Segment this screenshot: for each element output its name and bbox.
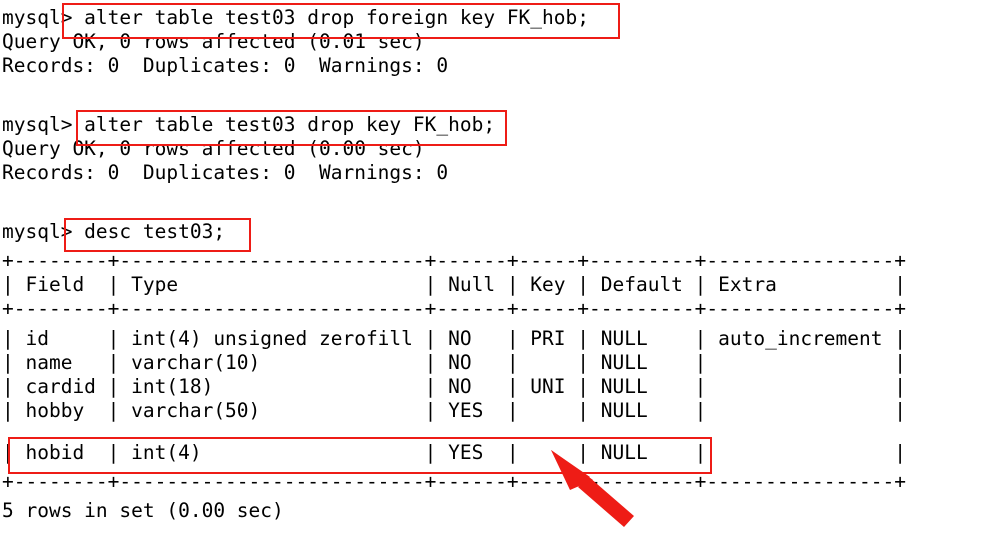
terminal-line-command-1: mysql> alter table test03 drop foreign k…: [2, 6, 589, 29]
terminal-window: mysql> alter table test03 drop foreign k…: [0, 0, 995, 549]
terminal-line-command-1-stats: Records: 0 Duplicates: 0 Warnings: 0: [2, 54, 449, 77]
result-table-header-row: | Field | Type | Null | Key | Default | …: [2, 273, 906, 296]
result-row-count: 5 rows in set (0.00 sec): [2, 499, 284, 522]
terminal-line-command-2-stats: Records: 0 Duplicates: 0 Warnings: 0: [2, 161, 449, 184]
result-table-rule-bottom: +--------+--------------------------+---…: [2, 470, 906, 493]
table-row-cardid: | cardid | int(18) | NO | UNI | NULL | |: [2, 375, 906, 398]
terminal-line-command-3: mysql> desc test03;: [2, 220, 226, 243]
terminal-line-command-1-result: Query OK, 0 rows affected (0.01 sec): [2, 30, 425, 53]
result-table-rule-top: +--------+--------------------------+---…: [2, 249, 906, 272]
terminal-line-command-2: mysql> alter table test03 drop key FK_ho…: [2, 113, 496, 136]
result-table-rule-middle: +--------+--------------------------+---…: [2, 297, 906, 320]
table-row-hobby: | hobby | varchar(50) | YES | | NULL | |: [2, 399, 906, 422]
table-row-id: | id | int(4) unsigned zerofill | NO | P…: [2, 327, 906, 350]
table-row-name: | name | varchar(10) | NO | | NULL | |: [2, 351, 906, 374]
terminal-line-command-2-result: Query OK, 0 rows affected (0.00 sec): [2, 137, 425, 160]
table-row-hobid: | hobid | int(4) | YES | | NULL | |: [2, 441, 906, 464]
